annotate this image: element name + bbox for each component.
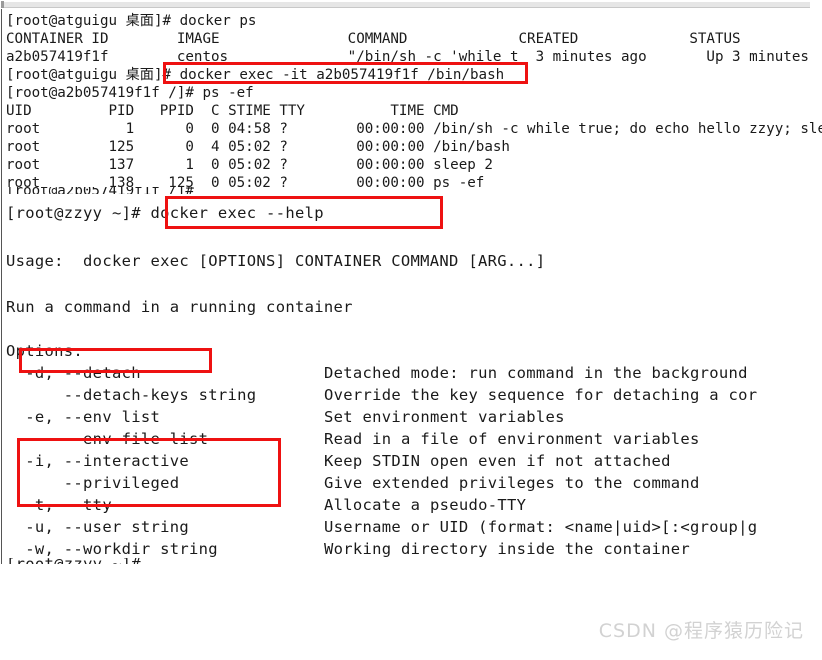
- clipped-trailing-prompt: [root@zzyy ~]#: [6, 558, 150, 564]
- help-option-flags-1: --detach-keys string: [6, 386, 257, 404]
- ps-ef-row-1: root 125 0 4 05:02 ? 00:00:00 /bin/bash: [6, 139, 510, 155]
- help-usage-line: Usage: docker exec [OPTIONS] CONTAINER C…: [6, 252, 546, 270]
- window-chrome-fill: [4, 2, 810, 8]
- prompt-line-ps-ef: [root@a2b057419f1f /]# ps -ef: [6, 85, 254, 101]
- help-option-description-1: Override the key sequence for detaching …: [324, 386, 758, 404]
- help-options-header: Options:: [6, 342, 84, 360]
- help-option-flags-3: --env-file list: [6, 430, 209, 448]
- prompt-line-docker-exec-help: [root@zzyy ~]# docker exec --help: [6, 204, 324, 222]
- prompt-line-docker-ps: [root@atguigu 桌面]# docker ps: [6, 13, 257, 29]
- docker-ps-header-row: CONTAINER ID IMAGE COMMAND CREATED STATU…: [6, 31, 741, 47]
- ps-ef-row-2: root 137 1 0 05:02 ? 00:00:00 sleep 2: [6, 157, 493, 173]
- help-option-flags-0: -d, --detach: [6, 364, 141, 382]
- help-option-description-5: Give extended privileges to the command: [324, 474, 700, 492]
- help-option-description-3: Read in a file of environment variables: [324, 430, 700, 448]
- help-option-description-0: Detached mode: run command in the backgr…: [324, 364, 748, 382]
- ps-ef-header-row: UID PID PPID C STIME TTY TIME CMD: [6, 103, 459, 119]
- csdn-watermark: CSDN @程序猿历险记: [598, 620, 804, 642]
- clipped-inner-prompt-line: [root@a2b057419f1f /]#: [6, 187, 202, 194]
- help-option-description-6: Allocate a pseudo-TTY: [324, 496, 527, 514]
- help-description-line: Run a command in a running container: [6, 298, 353, 316]
- clipped-inner-prompt-line-wrapper: [root@a2b057419f1f /]#: [0, 187, 822, 194]
- window-chrome-bar: [0, 0, 822, 9]
- help-option-flags-4: -i, --interactive: [6, 452, 190, 470]
- help-option-flags-7: -u, --user string: [6, 518, 190, 536]
- prompt-line-docker-exec-it: [root@atguigu 桌面]# docker exec -it a2b05…: [6, 67, 505, 83]
- ps-ef-row-0: root 1 0 0 04:58 ? 00:00:00 /bin/sh -c w…: [6, 121, 822, 137]
- clipped-trailing-prompt-wrapper: [root@zzyy ~]#: [0, 558, 822, 564]
- help-option-description-2: Set environment variables: [324, 408, 565, 426]
- docker-ps-container-row: a2b057419f1f centos "/bin/sh -c 'while t…: [6, 49, 809, 65]
- help-option-flags-2: -e, --env list: [6, 408, 161, 426]
- help-option-description-4: Keep STDIN open even if not attached: [324, 452, 671, 470]
- terminal-window[interactable]: [root@atguigu 桌面]# docker ps CONTAINER I…: [0, 9, 822, 564]
- terminal-left-border: [1, 9, 2, 564]
- help-option-flags-6: -t, --tty: [6, 496, 112, 514]
- help-option-flags-5: --privileged: [6, 474, 180, 492]
- help-option-description-7: Username or UID (format: <name|uid>[:<gr…: [324, 518, 758, 536]
